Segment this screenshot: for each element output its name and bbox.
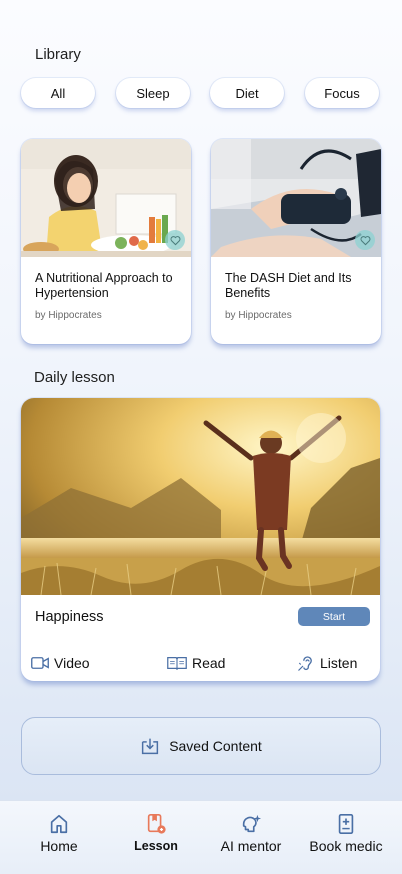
hearing-icon [298,656,312,671]
nav-book-medic-label: Book medic [309,838,383,854]
library-card-dash[interactable]: The DASH Diet and Its Benefits by Hippoc… [211,139,381,344]
library-title: Library [35,46,81,63]
card-author: by Hippocrates [35,310,102,321]
read-label: Read [192,655,226,671]
nav-ai-mentor[interactable]: AI mentor [201,801,301,874]
lesson-icon [147,814,166,834]
video-option[interactable]: Video [31,653,90,673]
nav-ai-mentor-label: AI mentor [220,838,282,854]
card-author: by Hippocrates [225,310,292,321]
nav-lesson-label: Lesson [134,839,178,853]
heart-icon[interactable] [355,230,375,250]
chip-diet[interactable]: Diet [210,78,284,108]
card-title: A Nutritional Approach to Hypertension [35,271,173,300]
video-label: Video [54,655,90,671]
library-card-nutrition[interactable]: A Nutritional Approach to Hypertension b… [21,139,191,344]
lesson-name: Happiness [35,609,104,625]
listen-label: Listen [320,655,358,671]
chip-sleep[interactable]: Sleep [116,78,190,108]
saved-content-label: Saved Content [169,738,262,754]
read-option[interactable]: Read [167,653,225,673]
card-title: The DASH Diet and Its Benefits [225,271,352,300]
nav-lesson[interactable]: Lesson [106,801,206,874]
home-icon [50,814,68,834]
chip-all[interactable]: All [21,78,95,108]
start-button[interactable]: Start [298,607,370,626]
daily-lesson-title: Daily lesson [34,369,115,386]
listen-option[interactable]: Listen [297,653,357,673]
download-box-icon [142,738,159,755]
bottom-nav: Home Lesson AI mentor Book medic [0,800,402,874]
lesson-hero-image [21,398,380,596]
daily-lesson-card: Happiness Start Video Read Listen [21,398,380,681]
book-medic-icon [338,814,354,834]
nav-book-medic[interactable]: Book medic [296,801,396,874]
saved-content-button[interactable]: Saved Content [21,717,381,775]
nav-home-label: Home [40,838,78,854]
nav-home[interactable]: Home [9,801,109,874]
chip-focus[interactable]: Focus [305,78,379,108]
video-icon [31,657,49,669]
heart-icon[interactable] [165,230,185,250]
ai-mentor-icon [242,814,262,833]
book-icon [167,657,187,670]
filter-chips: All Sleep Diet Focus [21,78,381,108]
